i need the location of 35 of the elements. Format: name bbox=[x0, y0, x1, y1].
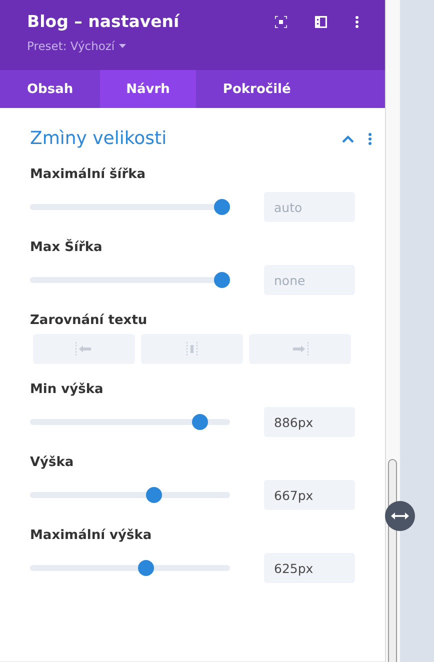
tab[interactable]: Návrh bbox=[100, 70, 196, 108]
setting-label: Výška bbox=[30, 455, 75, 470]
focus-icon[interactable] bbox=[275, 16, 287, 28]
slider[interactable] bbox=[30, 199, 230, 215]
preset-dropdown[interactable]: Preset: Výchozí bbox=[27, 39, 126, 53]
tab[interactable]: Pokročilé bbox=[196, 70, 318, 108]
slider-thumb[interactable] bbox=[192, 414, 208, 430]
tab[interactable]: Obsah bbox=[0, 70, 100, 108]
slider[interactable] bbox=[30, 560, 230, 576]
value-field[interactable]: 625px bbox=[264, 553, 355, 583]
setting-label: Min výška bbox=[30, 382, 104, 397]
setting-label: Zarovnání textu bbox=[30, 313, 148, 328]
value-field[interactable]: none bbox=[264, 265, 355, 295]
align-left-icon bbox=[75, 342, 93, 356]
slider[interactable] bbox=[30, 414, 230, 430]
setting-label: Max Šířka bbox=[30, 240, 104, 255]
slider[interactable] bbox=[30, 272, 230, 288]
value-field[interactable]: 886px bbox=[264, 407, 355, 437]
sidebar-icon[interactable] bbox=[315, 16, 327, 28]
more-icon[interactable] bbox=[368, 132, 372, 144]
setting-label: Maximální výška bbox=[30, 528, 153, 543]
slider-thumb[interactable] bbox=[214, 272, 230, 288]
slider-thumb[interactable] bbox=[138, 560, 154, 576]
value-field[interactable]: 667px bbox=[264, 480, 355, 510]
section-title: Zmìny velikosti bbox=[30, 128, 168, 149]
setting-label: Maximální šířka bbox=[30, 167, 147, 182]
caret-icon bbox=[118, 44, 126, 48]
slider-thumb[interactable] bbox=[146, 487, 162, 503]
align-right-icon bbox=[291, 342, 309, 356]
slider-thumb[interactable] bbox=[214, 199, 230, 215]
more-icon[interactable] bbox=[355, 16, 359, 28]
panel-title: Blog – nastavení bbox=[27, 12, 180, 31]
chevron-icon[interactable] bbox=[342, 134, 354, 142]
value-field[interactable]: auto bbox=[264, 192, 355, 222]
slider[interactable] bbox=[30, 487, 230, 503]
